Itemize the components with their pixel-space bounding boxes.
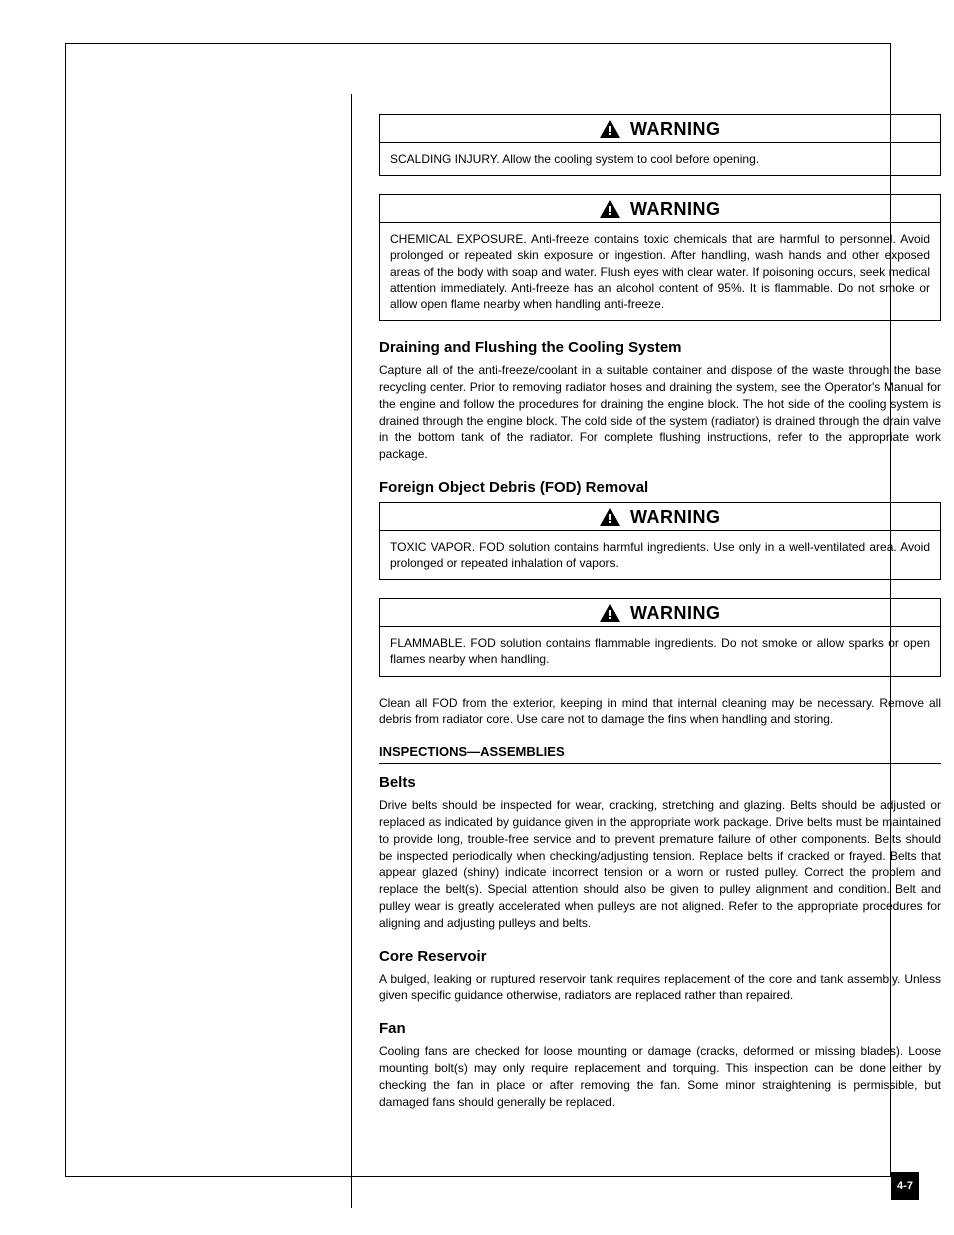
alert-label: WARNING: [630, 507, 721, 527]
alert-header: WARNING: [380, 195, 940, 223]
alert-scalding: WARNING SCALDING INJURY. Allow the cooli…: [379, 114, 941, 176]
alert-header: WARNING: [380, 115, 940, 143]
alert-body: SCALDING INJURY. Allow the cooling syste…: [380, 143, 940, 175]
warning-icon: [600, 604, 620, 622]
page-number: 4-7: [891, 1172, 919, 1200]
alert-header: WARNING: [380, 599, 940, 627]
alert-label: WARNING: [630, 603, 721, 623]
page-frame: WARNING SCALDING INJURY. Allow the cooli…: [65, 43, 891, 1177]
alert-body: TOXIC VAPOR. FOD solution contains harmf…: [380, 531, 940, 579]
section-title-fan: Fan: [379, 1020, 941, 1037]
section-title-draining: Draining and Flushing the Cooling System: [379, 339, 941, 356]
warning-icon: [600, 508, 620, 526]
section-body-draining: Capture all of the anti-freeze/coolant i…: [379, 362, 941, 463]
section-title-fod: Foreign Object Debris (FOD) Removal: [379, 479, 941, 496]
alert-toxic: WARNING TOXIC VAPOR. FOD solution contai…: [379, 502, 941, 580]
alert-chemical: WARNING CHEMICAL EXPOSURE. Anti-freeze c…: [379, 194, 941, 321]
section-body-fan: Cooling fans are checked for loose mount…: [379, 1043, 941, 1110]
alert-label: WARNING: [630, 119, 721, 139]
section-body-core: A bulged, leaking or ruptured reservoir …: [379, 971, 941, 1005]
section-title-belts: Belts: [379, 774, 941, 791]
alert-label: WARNING: [630, 199, 721, 219]
content-column: WARNING SCALDING INJURY. Allow the cooli…: [379, 114, 941, 1126]
warning-icon: [600, 120, 620, 138]
section-body-belts: Drive belts should be inspected for wear…: [379, 797, 941, 931]
warning-icon: [600, 200, 620, 218]
alert-body: FLAMMABLE. FOD solution contains flammab…: [380, 627, 940, 675]
section-title-core: Core Reservoir: [379, 948, 941, 965]
alert-header: WARNING: [380, 503, 940, 531]
alert-body: CHEMICAL EXPOSURE. Anti-freeze contains …: [380, 223, 940, 320]
column-divider: [351, 94, 352, 1208]
inspections-heading: INSPECTIONS—ASSEMBLIES: [379, 744, 941, 764]
alert-flammable: WARNING FLAMMABLE. FOD solution contains…: [379, 598, 941, 676]
section-body-fod: Clean all FOD from the exterior, keeping…: [379, 695, 941, 729]
